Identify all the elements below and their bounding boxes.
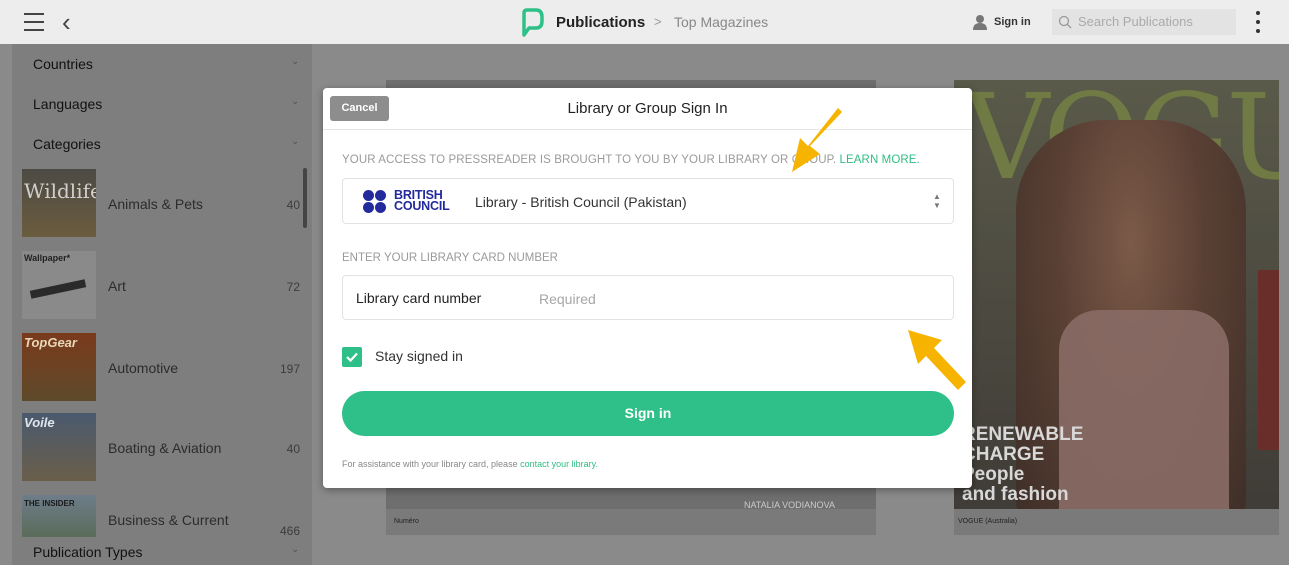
pressreader-logo-icon[interactable]: [520, 7, 544, 37]
back-arrow-icon[interactable]: ‹: [62, 8, 71, 36]
thumbnail-text: Wildlife: [24, 179, 96, 203]
decorative-panel: [1258, 270, 1279, 450]
stay-signed-in-label: Stay signed in: [375, 348, 463, 364]
thumbnail-text: Voile: [24, 415, 55, 430]
filter-label: Categories: [33, 136, 101, 152]
british-council-logo: BRITISH COUNCIL: [363, 189, 455, 215]
contact-library-link[interactable]: contact your library.: [520, 459, 598, 469]
category-thumbnail: Wildlife: [22, 169, 96, 237]
cover-dress-image: [1059, 310, 1229, 525]
checkmark-icon: [346, 352, 358, 363]
british-council-dots-icon: [363, 190, 391, 214]
filter-label: Publication Types: [33, 544, 143, 560]
category-item-automotive[interactable]: TopGear Automotive 197: [12, 330, 308, 410]
hamburger-menu-icon[interactable]: [24, 13, 44, 31]
cover-caption-text: Numéro: [394, 518, 419, 525]
cover-headline-line: CHARGE: [962, 444, 1045, 465]
stay-signed-in-checkbox[interactable]: [342, 347, 362, 367]
filter-countries[interactable]: Countries ⌄: [12, 44, 312, 84]
cover-caption: Numéro: [386, 509, 876, 535]
category-item-animals-pets[interactable]: Wildlife Animals & Pets 40: [12, 166, 308, 246]
cover-headline-line: People: [962, 464, 1025, 485]
category-count: 466: [279, 524, 300, 538]
assistance-text: For assistance with your library card, p…: [342, 459, 518, 469]
category-name: Automotive: [108, 360, 179, 376]
library-select[interactable]: BRITISH COUNCIL Library - British Counci…: [342, 178, 954, 224]
card-field-label: Library card number: [356, 290, 482, 306]
annotation-arrow-icon: [908, 330, 966, 390]
chevron-down-icon: ⌄: [291, 96, 300, 107]
access-notice-text: YOUR ACCESS TO PRESSREADER IS BROUGHT TO…: [342, 154, 837, 166]
filter-label: Languages: [33, 96, 103, 112]
cover-caption: VOGUE (Australia): [954, 509, 1279, 535]
sidebar-scrollbar[interactable]: [303, 168, 307, 228]
thumbnail-text: Wallpaper*: [24, 253, 71, 263]
filter-label: Countries: [33, 56, 93, 72]
chevron-down-icon: ⌄: [291, 56, 300, 67]
category-thumbnail: TopGear: [22, 333, 96, 401]
modal-header: Cancel Library or Group Sign In: [323, 88, 972, 130]
logo-line: COUNCIL: [394, 199, 450, 213]
category-name: Animals & Pets: [108, 196, 203, 212]
selected-library: Library - British Council (Pakistan): [475, 194, 687, 210]
sign-in-button[interactable]: Sign in: [342, 391, 954, 436]
library-card-field[interactable]: Library card number: [342, 275, 954, 320]
category-count: 40: [286, 442, 300, 456]
page-title[interactable]: Publications: [556, 14, 645, 31]
category-item-art[interactable]: Wallpaper* Art 72: [12, 248, 308, 328]
cover-headline-line: RENEWABLE: [962, 424, 1084, 445]
learn-more-link[interactable]: LEARN MORE.: [840, 154, 920, 166]
category-name: Business & Current: [108, 512, 229, 528]
filter-categories[interactable]: Categories ⌄: [12, 124, 312, 164]
top-bar: ‹ Publications > Top Magazines Sign in S…: [0, 0, 1289, 44]
sidebar: Countries ⌄ Languages ⌄ Categories ⌄ Wil…: [12, 44, 312, 565]
filter-languages[interactable]: Languages ⌄: [12, 84, 312, 124]
category-name: Art: [108, 278, 126, 294]
thumbnail-text: TopGear: [24, 335, 77, 350]
search-placeholder: Search Publications: [1078, 14, 1193, 29]
assistance-note: For assistance with your library card, p…: [342, 459, 598, 469]
chevron-down-icon: ⌄: [291, 136, 300, 147]
breadcrumb[interactable]: Top Magazines: [674, 14, 768, 30]
filter-publication-types[interactable]: Publication Types ⌄: [12, 538, 312, 565]
annotation-arrow-icon: [792, 108, 842, 172]
category-item-boating-aviation[interactable]: Voile Boating & Aviation 40: [12, 410, 308, 490]
library-card-input[interactable]: [539, 288, 919, 310]
card-section-label: ENTER YOUR LIBRARY CARD NUMBER: [342, 252, 558, 264]
cover-headline-line: and fashion: [962, 484, 1069, 505]
sign-in-link[interactable]: Sign in: [994, 16, 1031, 28]
category-thumbnail: Wallpaper*: [22, 251, 96, 319]
more-options-icon[interactable]: [1255, 11, 1261, 33]
category-name: Boating & Aviation: [108, 440, 222, 456]
category-count: 72: [286, 280, 300, 294]
cover-headline: RENEWABLE CHARGE People and fashion: [962, 425, 1083, 505]
search-input[interactable]: Search Publications: [1052, 9, 1236, 35]
modal-title: Library or Group Sign In: [567, 100, 728, 117]
breadcrumb-separator: >: [654, 14, 662, 29]
search-icon: [1058, 15, 1072, 29]
category-count: 197: [279, 362, 300, 376]
category-thumbnail: THE INSIDER: [22, 495, 96, 537]
category-thumbnail: Voile: [22, 413, 96, 481]
chevron-down-icon: ⌄: [291, 544, 300, 555]
select-arrows-icon: ▲ ▼: [933, 192, 941, 210]
category-count: 40: [286, 198, 300, 212]
thumbnail-text: THE INSIDER: [24, 499, 75, 508]
publication-cover-vogue[interactable]: VOGUE RENEWABLE CHARGE People and fashio…: [954, 80, 1279, 535]
british-council-wordmark: BRITISH COUNCIL: [394, 189, 450, 213]
user-icon[interactable]: [973, 14, 987, 30]
library-sign-in-modal: Cancel Library or Group Sign In YOUR ACC…: [323, 88, 972, 488]
cover-caption-text: VOGUE (Australia): [958, 518, 1018, 525]
